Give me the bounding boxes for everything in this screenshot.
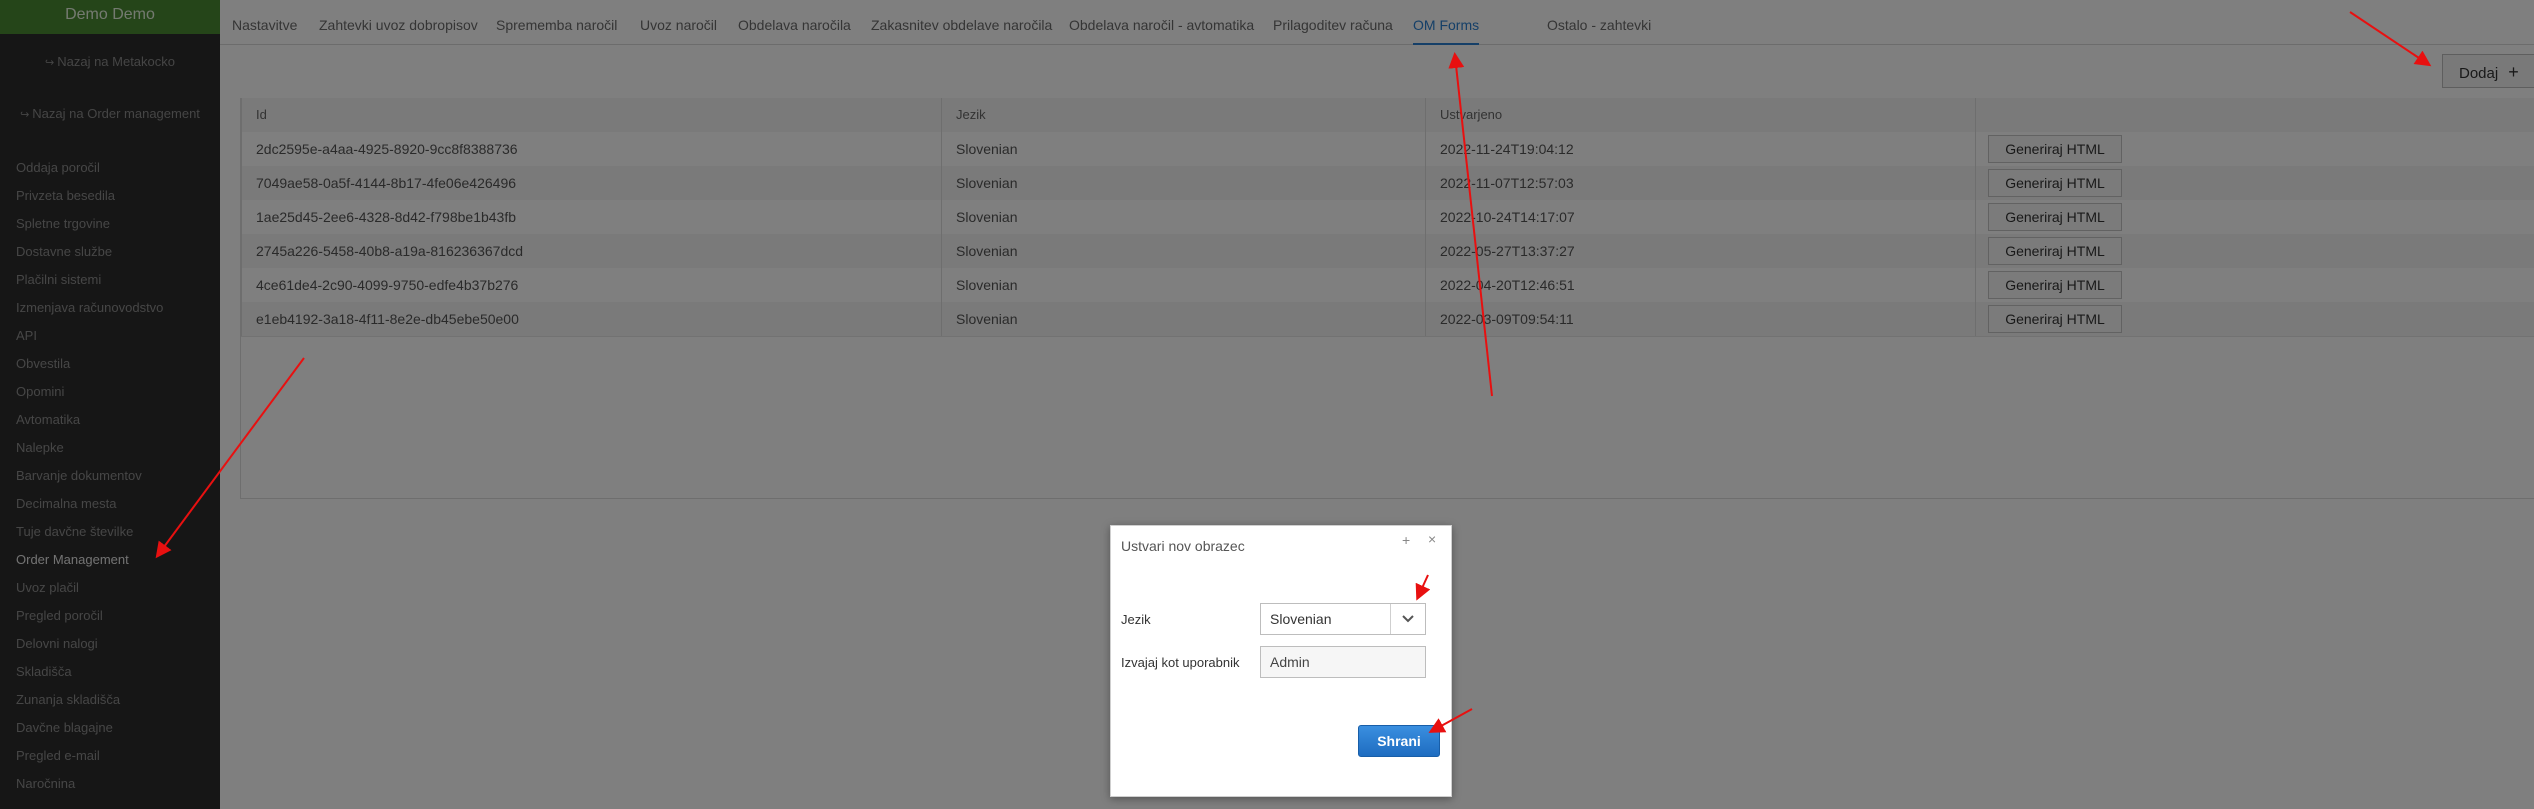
- maximize-icon[interactable]: +: [1402, 532, 1410, 548]
- dialog-title: Ustvari nov obrazec: [1121, 538, 1245, 554]
- run-as-user-label: Izvajaj kot uporabnik: [1121, 655, 1240, 670]
- language-select[interactable]: Slovenian: [1260, 603, 1426, 635]
- language-select-value: Slovenian: [1270, 611, 1332, 627]
- language-label: Jezik: [1121, 612, 1151, 627]
- create-form-dialog: Ustvari nov obrazec + × Jezik Slovenian …: [1110, 525, 1452, 797]
- close-icon[interactable]: ×: [1428, 531, 1436, 547]
- chevron-down-icon[interactable]: [1390, 604, 1425, 634]
- save-button[interactable]: Shrani: [1358, 725, 1440, 757]
- run-as-user-field[interactable]: Admin: [1260, 646, 1426, 678]
